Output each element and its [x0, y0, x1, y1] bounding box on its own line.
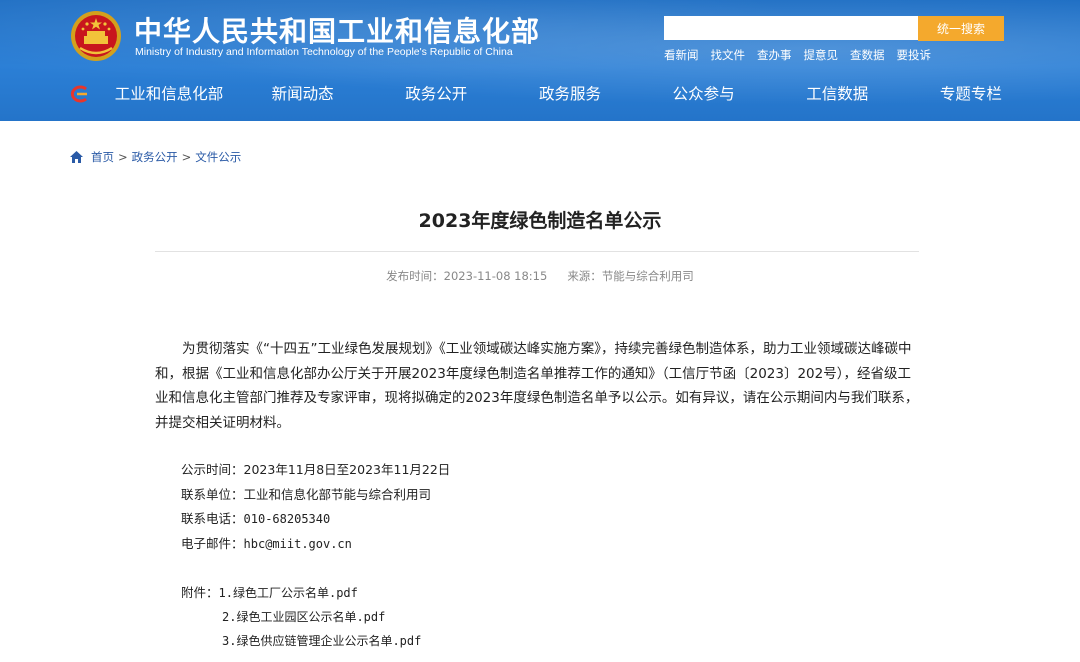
quicklink-news[interactable]: 看新闻 — [664, 47, 699, 63]
search-input[interactable] — [664, 16, 918, 40]
phone-label: 联系电话： — [181, 511, 244, 526]
attachment-link-green-factory[interactable]: 1.绿色工厂公示名单.pdf — [219, 586, 358, 600]
source: 节能与综合利用司 — [601, 269, 694, 283]
breadcrumb: 首页 > 政务公开 > 文件公示 — [70, 149, 241, 165]
nav-item-topics[interactable]: 专题专栏 — [912, 82, 1030, 106]
quicklink-feedback[interactable]: 提意见 — [804, 47, 839, 63]
site-subtitle: Ministry of Industry and Information Tec… — [135, 46, 513, 58]
phone-value: 010-68205340 — [243, 512, 331, 526]
article-title: 2023年度绿色制造名单公示 — [418, 210, 662, 232]
quicklink-files[interactable]: 找文件 — [711, 47, 746, 63]
email-value: hbc@miit.gov.cn — [243, 536, 352, 551]
unit-value: 工业和信息化部节能与综合利用司 — [243, 486, 432, 502]
unit-label: 联系单位： — [181, 486, 244, 502]
contact-info: 公示时间：2023年11月8日至2023年11月22日 联系单位：工业和信息化部… — [181, 458, 450, 556]
publish-label: 发布时间： — [386, 269, 444, 283]
breadcrumb-home[interactable]: 首页 — [91, 149, 114, 165]
breadcrumb-separator: > — [118, 150, 128, 164]
title-divider — [155, 251, 919, 252]
email-label: 电子邮件： — [181, 535, 244, 551]
nav-item-gov-affairs[interactable]: 政务公开 — [377, 82, 495, 106]
article-paragraph: 为贯彻落实《“十四五”工业绿色发展规划》《工业领域碳达峰实施方案》，持续完善绿色… — [155, 341, 919, 431]
attachments-label: 附件： — [181, 585, 219, 600]
nav-item-public-participation[interactable]: 公众参与 — [645, 82, 763, 106]
attachment-link-green-park[interactable]: 2.绿色工业园区公示名单.pdf — [222, 610, 385, 624]
national-emblem-icon[interactable] — [70, 10, 122, 62]
attachments: 附件：1.绿色工厂公示名单.pdf 2.绿色工业园区公示名单.pdf 3.绿色供… — [181, 581, 421, 653]
quicklink-data[interactable]: 查数据 — [850, 47, 885, 63]
home-icon — [70, 151, 83, 163]
nav-item-gov-services[interactable]: 政务服务 — [511, 82, 629, 106]
article-meta: 发布时间：2023-11-08 18:15 来源：节能与综合利用司 — [0, 268, 1080, 284]
site-header: 中华人民共和国工业和信息化部 Ministry of Industry and … — [0, 0, 1080, 121]
period-value: 2023年11月8日至2023年11月22日 — [243, 462, 451, 477]
quicklink-services[interactable]: 查办事 — [757, 47, 792, 63]
nav-item-data[interactable]: 工信数据 — [778, 82, 896, 106]
attachment-link-green-supply-chain[interactable]: 3.绿色供应链管理企业公示名单.pdf — [222, 634, 421, 648]
main-nav: 工业和信息化部 新闻动态 政务公开 政务服务 公众参与 工信数据 专题专栏 — [110, 82, 1030, 106]
quicklinks: 看新闻 找文件 查办事 提意见 查数据 要投诉 — [664, 47, 931, 63]
search-button[interactable]: 统一搜索 — [918, 16, 1004, 41]
nav-item-ministry[interactable]: 工业和信息化部 — [110, 82, 228, 106]
breadcrumb-file-notice[interactable]: 文件公示 — [195, 149, 241, 165]
publish-time: 2023-11-08 18:15 — [443, 269, 548, 283]
period-label: 公示时间： — [181, 462, 244, 477]
breadcrumb-gov-affairs[interactable]: 政务公开 — [132, 149, 178, 165]
nav-item-news[interactable]: 新闻动态 — [244, 82, 362, 106]
quicklink-complaint[interactable]: 要投诉 — [897, 47, 932, 63]
site-title[interactable]: 中华人民共和国工业和信息化部 — [134, 10, 540, 50]
breadcrumb-separator: > — [181, 150, 192, 164]
nav-logo-icon[interactable] — [68, 85, 90, 103]
source-label: 来源： — [567, 269, 602, 283]
